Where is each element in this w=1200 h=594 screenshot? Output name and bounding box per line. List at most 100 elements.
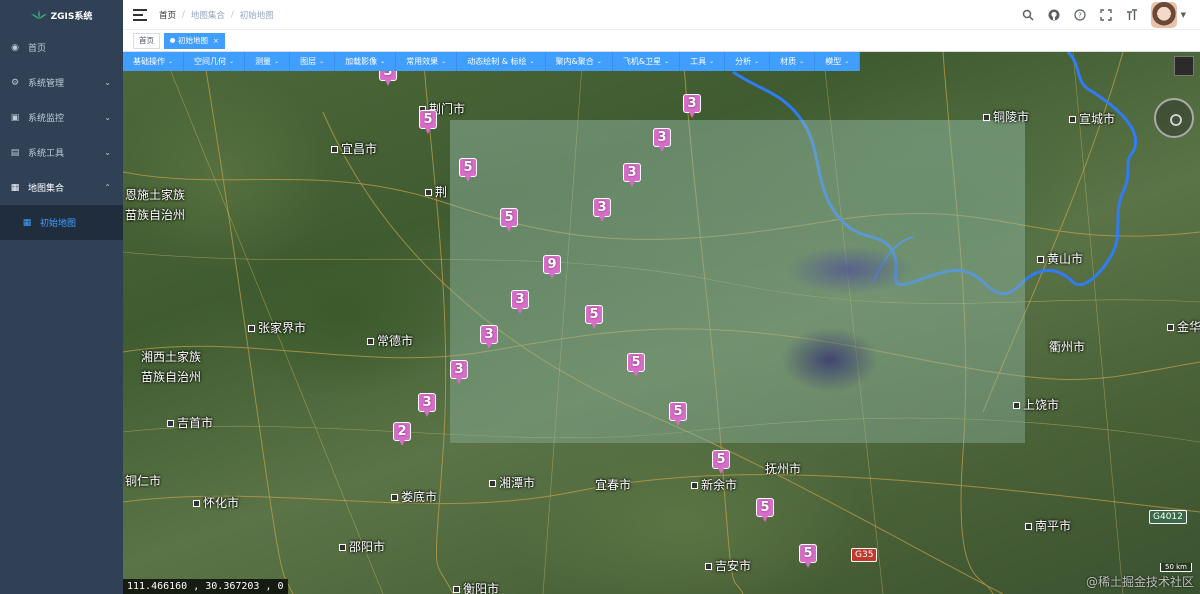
cluster-marker[interactable]: 9 bbox=[543, 255, 561, 279]
marker-count: 3 bbox=[450, 360, 468, 379]
font-size-icon[interactable] bbox=[1125, 8, 1139, 22]
city-label: 湘西土家族 bbox=[141, 350, 202, 364]
chevron-down-icon: ⌄ bbox=[754, 58, 760, 65]
sidebar-item-label: 地图集合 bbox=[28, 184, 65, 194]
app-root: ZGIS系统 ◉ 首页 ⚙ 系统管理 ⌄ ▣ 系统监控 ⌄ ▤ 系统工具 ⌄ ▦… bbox=[0, 0, 1200, 594]
highway-shield: G4012 bbox=[1149, 510, 1187, 524]
breadcrumb-initial-map: 初始地图 bbox=[239, 10, 274, 21]
toolbar-load-imagery[interactable]: 加载影像 ⌄ bbox=[335, 52, 397, 71]
city-label: 上饶市 bbox=[1013, 396, 1059, 413]
scale-bar: 50 km bbox=[1159, 563, 1192, 572]
chevron-down-icon: ⌄ bbox=[380, 58, 386, 65]
cluster-marker[interactable]: 3 bbox=[593, 198, 611, 222]
tag-label: 首页 bbox=[139, 36, 154, 45]
tag-initial-map[interactable]: 初始地图 × bbox=[164, 32, 225, 49]
city-label: 吉安市 bbox=[705, 557, 751, 574]
close-icon[interactable]: × bbox=[213, 37, 219, 45]
caret-down-icon[interactable]: ▼ bbox=[1181, 11, 1186, 19]
marker-count: 5 bbox=[419, 110, 437, 129]
cluster-marker[interactable]: 3 bbox=[450, 360, 468, 384]
toolbar-label: 动态绘制 & 标绘 bbox=[467, 57, 527, 66]
toolbar-measure[interactable]: 测量 ⌄ bbox=[245, 52, 291, 71]
sidebar-subitem-initial-map[interactable]: ▦ 初始地图 bbox=[0, 205, 123, 240]
map-viewer[interactable]: 基础操作 ⌄ 空间几何 ⌄ 测量 ⌄ 图层 ⌄ 加载影像 ⌄ 常用效果 ⌄ 动态绘制 & 标… bbox=[123, 52, 1200, 594]
toolbar-label: 图层 bbox=[300, 57, 317, 66]
cluster-marker[interactable]: 5 bbox=[712, 450, 730, 474]
marker-count: 5 bbox=[627, 353, 645, 372]
map-toolbar: 基础操作 ⌄ 空间几何 ⌄ 测量 ⌄ 图层 ⌄ 加载影像 ⌄ 常用效果 ⌄ 动态绘制 & 标… bbox=[123, 52, 883, 71]
city-label: 张家界市 bbox=[248, 319, 306, 336]
fullscreen-icon[interactable] bbox=[1099, 8, 1113, 22]
marker-count: 2 bbox=[393, 422, 411, 441]
active-dot-icon bbox=[170, 38, 175, 43]
search-icon[interactable] bbox=[1021, 8, 1035, 22]
cluster-marker[interactable]: 3 bbox=[653, 128, 671, 152]
city-label: 苗族自治州 bbox=[125, 208, 186, 222]
cluster-marker[interactable]: 3 bbox=[683, 94, 701, 118]
cluster-marker[interactable]: 5 bbox=[419, 110, 437, 134]
sidebar-item-home[interactable]: ◉ 首页 bbox=[0, 30, 123, 65]
toolbar-label: 材质 bbox=[780, 57, 797, 66]
chevron-down-icon: ⌄ bbox=[104, 78, 111, 87]
gear-icon: ⚙ bbox=[10, 77, 20, 88]
toolbar-dynamic-draw[interactable]: 动态绘制 & 标绘 ⌄ bbox=[457, 52, 546, 71]
marker-count: 3 bbox=[623, 163, 641, 182]
toolbar-analysis[interactable]: 分析 ⌄ bbox=[725, 52, 771, 71]
cluster-marker[interactable]: 5 bbox=[799, 544, 817, 568]
marker-count: 3 bbox=[683, 94, 701, 113]
breadcrumb-home[interactable]: 首页 bbox=[159, 9, 176, 21]
cluster-marker[interactable]: 5 bbox=[669, 402, 687, 426]
chevron-down-icon: ⌄ bbox=[229, 58, 235, 65]
sidebar-item-system-management[interactable]: ⚙ 系统管理 ⌄ bbox=[0, 65, 123, 100]
github-icon[interactable] bbox=[1047, 8, 1061, 22]
toolbar-geometry[interactable]: 空间几何 ⌄ bbox=[184, 52, 246, 71]
toolbar-label: 工具 bbox=[690, 57, 707, 66]
breadcrumb-map-collection[interactable]: 地图集合 bbox=[191, 9, 225, 21]
tag-home[interactable]: 首页 bbox=[133, 32, 160, 49]
toolbar-label: 测量 bbox=[255, 57, 272, 66]
compass-navigation[interactable] bbox=[1154, 98, 1194, 138]
sidebar-item-map-collection[interactable]: ▦ 地图集合 ⌃ bbox=[0, 170, 123, 205]
toolbar-cluster[interactable]: 聚内&聚合 ⌄ bbox=[545, 52, 613, 71]
help-icon[interactable]: ? bbox=[1073, 8, 1087, 22]
toolbar-label: 空间几何 bbox=[194, 57, 227, 66]
cluster-marker[interactable]: 2 bbox=[393, 422, 411, 446]
cluster-marker[interactable]: 3 bbox=[480, 325, 498, 349]
city-label: 苗族自治州 bbox=[141, 370, 202, 384]
marker-count: 9 bbox=[543, 255, 561, 274]
layer-switch-button[interactable] bbox=[1174, 56, 1194, 76]
chevron-up-icon: ⌃ bbox=[104, 183, 111, 192]
user-avatar[interactable] bbox=[1150, 2, 1177, 28]
cluster-marker[interactable]: 5 bbox=[459, 158, 477, 182]
toolbar-label: 分析 bbox=[735, 57, 752, 66]
city-label: 邵阳市 bbox=[339, 538, 385, 555]
city-label: 怀化市 bbox=[193, 494, 239, 511]
cluster-marker[interactable]: 3 bbox=[511, 290, 529, 314]
app-logo[interactable]: ZGIS系统 bbox=[0, 0, 123, 30]
watermark: @稀土掘金技术社区 bbox=[1085, 575, 1194, 589]
breadcrumb: 首页 / 地图集合 / 初始地图 bbox=[159, 9, 274, 21]
sidebar-item-system-tools[interactable]: ▤ 系统工具 ⌄ bbox=[0, 135, 123, 170]
toolbar-layers[interactable]: 图层 ⌄ bbox=[290, 52, 336, 71]
toolbar-effects[interactable]: 常用效果 ⌄ bbox=[396, 52, 458, 71]
sidebar-item-label: 系统工具 bbox=[28, 149, 65, 159]
city-label: 宜昌市 bbox=[331, 140, 377, 157]
cluster-marker[interactable]: 3 bbox=[418, 393, 436, 417]
toolbar-aircraft-satellite[interactable]: 飞机&卫星 ⌄ bbox=[612, 52, 681, 71]
sidebar: ZGIS系统 ◉ 首页 ⚙ 系统管理 ⌄ ▣ 系统监控 ⌄ ▤ 系统工具 ⌄ ▦… bbox=[0, 0, 123, 594]
sidebar-item-label: 首页 bbox=[28, 44, 47, 54]
hamburger-menu-icon[interactable] bbox=[133, 8, 147, 21]
cluster-marker[interactable]: 5 bbox=[756, 498, 774, 522]
sidebar-item-system-monitor[interactable]: ▣ 系统监控 ⌄ bbox=[0, 100, 123, 135]
toolbar-model[interactable]: 模型 ⌄ bbox=[815, 52, 861, 71]
cluster-marker[interactable]: 3 bbox=[623, 163, 641, 187]
cluster-marker[interactable]: 5 bbox=[627, 353, 645, 377]
cluster-marker[interactable]: 5 bbox=[585, 305, 603, 329]
chevron-down-icon: ⌄ bbox=[596, 58, 602, 65]
sidebar-item-label: 系统监控 bbox=[28, 114, 65, 124]
toolbar-material[interactable]: 材质 ⌄ bbox=[770, 52, 816, 71]
cluster-marker[interactable]: 5 bbox=[500, 208, 518, 232]
toolbar-basic-ops[interactable]: 基础操作 ⌄ bbox=[123, 52, 185, 71]
imagery-overlay bbox=[450, 120, 1025, 443]
toolbar-tools[interactable]: 工具 ⌄ bbox=[680, 52, 726, 71]
